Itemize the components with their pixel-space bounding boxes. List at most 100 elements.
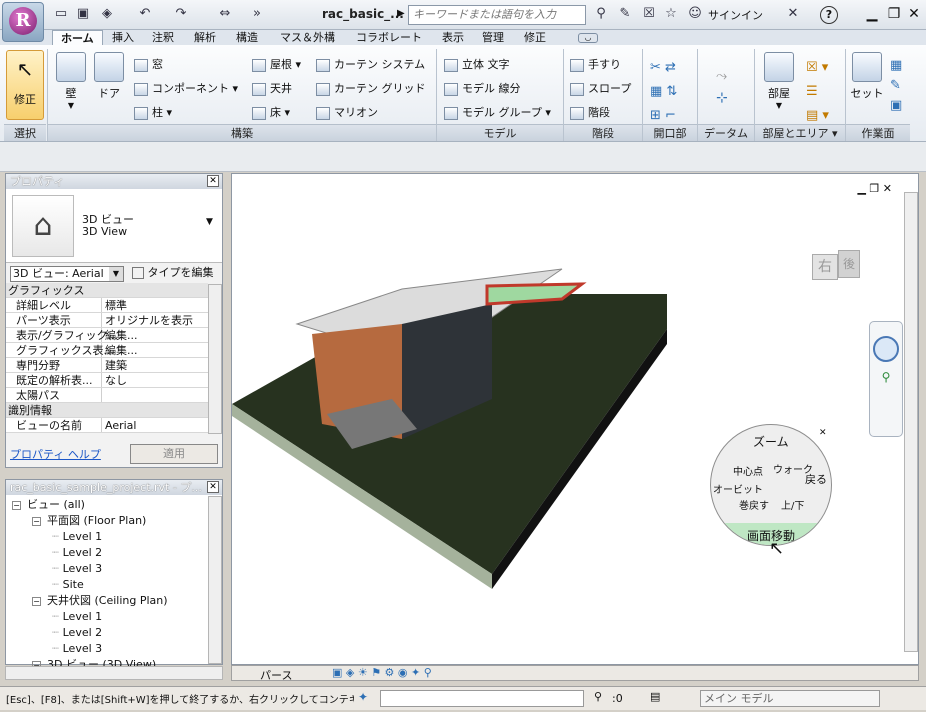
tab-massing[interactable]: マス＆外構 [272,30,343,46]
property-row[interactable]: 表示/グラフィック...編集... [6,328,208,343]
measure-icon[interactable]: ⇔ [216,5,234,23]
browser-scrollbar[interactable] [208,496,222,664]
property-category[interactable]: グラフィックス [6,283,208,298]
property-row[interactable]: 詳細レベル 標準 [6,298,208,313]
steering-wheel-icon[interactable] [873,336,899,362]
property-value[interactable] [102,389,105,402]
tab-modify[interactable]: 修正 [516,30,554,46]
panel-opening[interactable]: 開口部 [643,124,697,141]
tree-item[interactable]: ┈ Level 2 [6,545,222,561]
edit-type-button[interactable]: タイプを編集 [132,266,214,280]
panel-datum[interactable]: データム [698,124,754,141]
property-row[interactable]: ビューの名前 Aerial [6,418,208,433]
property-value[interactable]: 建築 [102,359,127,372]
component-button[interactable]: コンポーネント ▾ [134,80,238,96]
tree-item[interactable]: ┈ Level 2 [6,625,222,641]
panel-select[interactable]: 選択 [4,124,46,141]
tree-item[interactable]: ┈ Level 3 [6,641,222,657]
door-button[interactable]: ドア [92,52,126,101]
column-button[interactable]: 柱 ▾ [134,104,172,120]
roof-button[interactable]: 屋根 ▾ [252,56,301,72]
floor-button[interactable]: 床 ▾ [252,104,290,120]
undo-icon[interactable]: ↶ [136,5,154,23]
viewcube-face-right[interactable]: 右 [812,254,838,280]
view-selector-dropdown[interactable]: 3D ビュー: Aerial ▼ [10,266,124,282]
properties-scrollbar[interactable] [208,284,222,434]
workplane-tools-icon[interactable]: ▦ ✎ ▣ [890,56,902,116]
property-row[interactable]: パーツ表示 オリジナルを表示 [6,313,208,328]
worksets-icon[interactable]: ✦ [358,690,368,704]
property-value[interactable]: 標準 [102,299,127,312]
level-icon[interactable]: ⤳ [716,68,727,84]
property-value[interactable]: 編集... [102,344,138,357]
design-options-icon[interactable]: ▤ [650,690,660,703]
tree-item[interactable]: − 平面図 (Floor Plan) [6,513,222,529]
tab-analyze[interactable]: 解析 [186,30,224,46]
wheel-up-down[interactable]: 上/下 [781,497,804,512]
panel-workplane[interactable]: 作業面 [846,124,910,141]
ribbon-minimize-icon[interactable]: ◡ [578,33,598,43]
panel-circulation[interactable]: 階段 [564,124,642,141]
zoom-icon[interactable]: ⚲ [870,370,902,384]
view-vscrollbar[interactable] [904,192,918,652]
model-group-button[interactable]: モデル グループ ▾ [444,104,551,120]
view-control-icons[interactable]: ▣ ◈ ☀ ⚑ ⚙ ◉ ✦ ⚲ [332,666,432,679]
tab-collaborate[interactable]: コラボレート [348,30,430,46]
close-icon[interactable]: ✕ [207,481,219,493]
expander-icon[interactable]: − [32,517,41,526]
minimize-button[interactable]: ▁ [862,5,882,23]
property-value[interactable]: 編集... [102,329,138,342]
sync-icon[interactable]: ◈ [98,5,116,23]
subscription-icon[interactable]: ✎ [616,5,634,23]
wheel-walk[interactable]: ウォーク [773,461,813,476]
drawing-area-3d[interactable]: ▁ ❐ ✕ 右 後 ⚲ ズーム 戻る ウォーク 中心点 オービット 巻戻す 上/… [231,173,919,665]
type-selector-header[interactable]: ⌂ 3D ビュー 3D View ▼ [6,189,222,263]
wheel-center[interactable]: 中心点 [733,463,763,478]
window-button[interactable]: 窓 [134,56,163,72]
help-button[interactable]: ? [820,6,838,24]
steering-wheel[interactable]: ズーム 戻る ウォーク 中心点 オービット 巻戻す 上/下 画面移動 [710,424,832,546]
tree-item[interactable]: − ビュー (all) [6,497,222,513]
tree-item[interactable]: ┈ Level 1 [6,609,222,625]
filter-icon[interactable]: ⚲ [594,690,602,703]
wheel-look[interactable]: 巻戻す [739,497,769,512]
close-icon[interactable]: ✕ [819,428,827,438]
more-icon[interactable]: » [248,5,266,23]
model-line-button[interactable]: モデル 線分 [444,80,521,96]
wheel-zoom[interactable]: ズーム [753,433,789,450]
property-row[interactable]: 専門分野 建築 [6,358,208,373]
tab-insert[interactable]: 挿入 [104,30,142,46]
tab-structure[interactable]: 構造 [228,30,266,46]
tree-item[interactable]: ┈ Site [6,577,222,593]
room-tools-icon[interactable]: ☒ ▾ ☰ ▤ ▾ [806,56,829,128]
property-row[interactable]: グラフィックス表...編集... [6,343,208,358]
property-value[interactable]: オリジナルを表示 [102,314,193,327]
curtain-system-button[interactable]: カーテン システム [316,56,425,72]
tree-item[interactable]: − 天井伏図 (Ceiling Plan) [6,593,222,609]
railing-button[interactable]: 手すり [570,56,621,72]
viewcube-face-back[interactable]: 後 [838,250,860,278]
curtain-grid-button[interactable]: カーテン グリッド [316,80,426,96]
binoculars-icon[interactable]: ⚲ [592,5,610,23]
viewcube[interactable]: 右 後 [804,232,870,298]
favorite-icon[interactable]: ☆ [662,5,680,23]
search-input[interactable] [408,5,586,25]
set-button[interactable]: セット [850,52,884,101]
room-button[interactable]: 部屋 ▼ [762,52,796,110]
panel-room-area[interactable]: 部屋とエリア ▾ [755,124,845,141]
stair-button[interactable]: 階段 [570,104,610,120]
property-category[interactable]: 識別情報 [6,403,208,418]
signin-button[interactable]: サインイン [708,7,763,23]
application-menu-button[interactable]: R [2,2,44,42]
grid-icon[interactable]: ⊹ [716,90,728,106]
tab-annotate[interactable]: 注釈 [144,30,182,46]
save-icon[interactable]: ▣ [74,5,92,23]
wall-button[interactable]: 壁 ▼ [54,52,88,110]
panel-build[interactable]: 構築 [48,124,436,141]
ceiling-button[interactable]: 天井 [252,80,292,96]
model-text-button[interactable]: 立体 文字 [444,56,510,72]
expander-icon[interactable]: − [32,597,41,606]
panel-model[interactable]: モデル [437,124,563,141]
close-button[interactable]: ✕ [904,5,924,23]
modify-button[interactable]: ↖ 修正 [6,50,44,120]
